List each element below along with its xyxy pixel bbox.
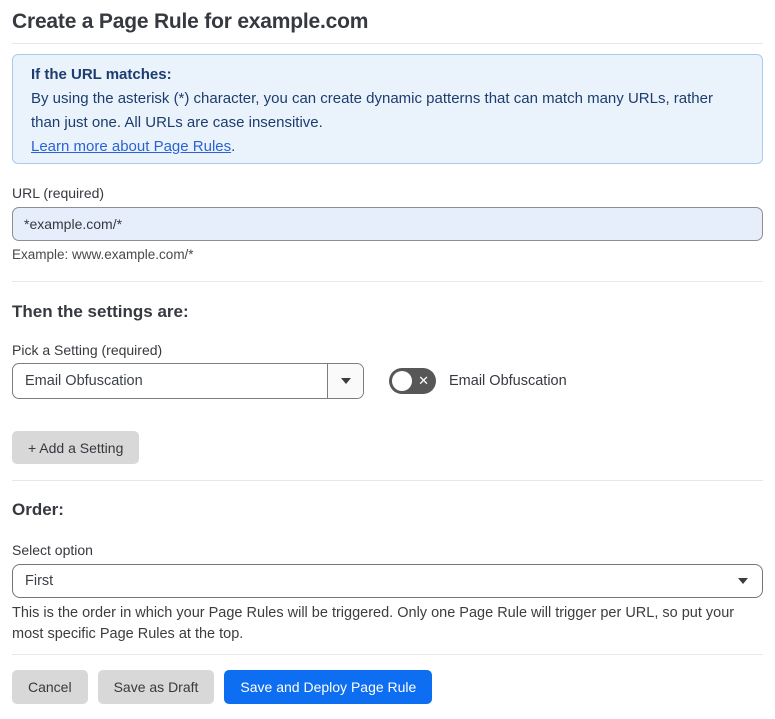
info-box-heading: If the URL matches: bbox=[31, 66, 172, 83]
email-obfuscation-toggle[interactable]: ✕ bbox=[389, 368, 436, 394]
order-select-label: Select option bbox=[12, 542, 93, 558]
divider bbox=[12, 654, 763, 655]
url-field-label: URL (required) bbox=[12, 185, 105, 201]
order-select[interactable]: First bbox=[12, 564, 763, 598]
toggle-knob bbox=[392, 371, 412, 391]
add-setting-button[interactable]: + Add a Setting bbox=[12, 431, 140, 464]
divider bbox=[12, 281, 763, 282]
learn-more-link[interactable]: Learn more about Page Rules bbox=[31, 138, 231, 155]
setting-select[interactable]: Email Obfuscation bbox=[12, 363, 364, 399]
order-helper-text: This is the order in which your Page Rul… bbox=[12, 605, 735, 642]
setting-select-value: Email Obfuscation bbox=[25, 373, 143, 389]
order-select-value: First bbox=[25, 573, 54, 589]
toggle-label: Email Obfuscation bbox=[449, 373, 567, 389]
info-box-link-line: Learn more about Page Rules. bbox=[31, 135, 744, 159]
chevron-down-icon bbox=[340, 378, 351, 384]
url-matches-info-box: If the URL matches: By using the asteris… bbox=[12, 54, 763, 164]
settings-section-heading: Then the settings are: bbox=[12, 302, 189, 321]
setting-row: Email Obfuscation ✕ Email Obfuscation bbox=[12, 363, 763, 399]
save-as-draft-button[interactable]: Save as Draft bbox=[97, 670, 215, 704]
link-suffix: . bbox=[231, 138, 236, 155]
setting-select-label: Pick a Setting (required) bbox=[12, 342, 163, 358]
x-icon: ✕ bbox=[418, 373, 429, 389]
footer-actions: Cancel Save as Draft Save and Deploy Pag… bbox=[12, 670, 763, 704]
cancel-button[interactable]: Cancel bbox=[12, 670, 88, 704]
url-input[interactable] bbox=[12, 207, 763, 241]
toggle-wrap: ✕ Email Obfuscation bbox=[389, 368, 567, 394]
info-box-body: By using the asterisk (*) character, you… bbox=[31, 90, 713, 131]
divider bbox=[12, 43, 763, 44]
create-page-rule-form: Create a Page Rule for example.com If th… bbox=[0, 9, 775, 719]
divider bbox=[12, 480, 763, 481]
page-title: Create a Page Rule for example.com bbox=[12, 10, 369, 33]
save-and-deploy-button[interactable]: Save and Deploy Page Rule bbox=[224, 670, 433, 704]
chevron-down-icon bbox=[738, 578, 748, 584]
order-section-heading: Order: bbox=[12, 500, 64, 519]
select-caret-segment[interactable] bbox=[327, 364, 363, 398]
url-field-helper: Example: www.example.com/* bbox=[12, 247, 194, 262]
